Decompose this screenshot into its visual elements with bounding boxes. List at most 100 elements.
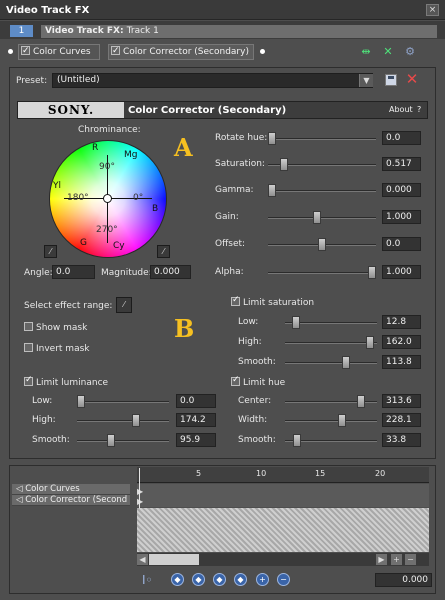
eyedropper-icon[interactable]: ⁄: [116, 297, 132, 313]
limit-luminance-smooth-slider[interactable]: [77, 440, 169, 442]
effect-title: Color Corrector (Secondary): [128, 105, 287, 116]
limit-saturation-high-slider[interactable]: [285, 342, 377, 344]
limit-saturation-checkbox[interactable]: Limit saturation: [231, 295, 314, 308]
preset-dropdown[interactable]: (Untitled): [52, 73, 373, 88]
limit-saturation-high-slider-thumb[interactable]: [366, 336, 375, 349]
sync-cursor-icon[interactable]: I◦: [142, 573, 153, 587]
rotate-hue-value[interactable]: 0.0: [382, 131, 421, 145]
invert-mask-box[interactable]: [24, 343, 33, 352]
alpha-slider[interactable]: [268, 272, 376, 274]
plug-in-chain-icon[interactable]: ⇹: [359, 46, 373, 58]
limit-hue-smooth-slider-thumb[interactable]: [292, 434, 301, 447]
limit-hue-center-slider-thumb[interactable]: [357, 395, 366, 408]
gain-slider-thumb[interactable]: [313, 211, 321, 224]
first-keyframe-icon[interactable]: ◆: [171, 573, 184, 586]
magnitude-label: Magnitude:: [101, 268, 152, 278]
delete-keyframe-icon[interactable]: −: [277, 573, 290, 586]
limit-saturation-smooth-value[interactable]: 113.8: [382, 355, 421, 369]
wheel-label-g: G: [80, 238, 87, 248]
chevron-down-icon[interactable]: ▼: [359, 74, 373, 87]
limit-hue-width-value[interactable]: 228.1: [382, 413, 421, 427]
eyedropper-icon[interactable]: ⁄: [157, 245, 170, 258]
limit-saturation-smooth-slider[interactable]: [285, 362, 377, 364]
limit-saturation-smooth-label: Smooth:: [238, 357, 276, 367]
gamma-slider-thumb[interactable]: [268, 184, 276, 197]
limit-saturation-high-value[interactable]: 162.0: [382, 335, 421, 349]
keyframe-list-item[interactable]: ◁ Color Corrector (Second: [12, 495, 130, 506]
offset-value[interactable]: 0.0: [382, 237, 421, 251]
next-keyframe-icon[interactable]: ◆: [213, 573, 226, 586]
limit-saturation-low-slider-thumb[interactable]: [291, 316, 300, 329]
timeline-ruler[interactable]: [137, 467, 429, 483]
gain-slider[interactable]: [268, 217, 376, 219]
magnitude-input[interactable]: 0.000: [150, 265, 191, 279]
limit-luminance-high-value[interactable]: 174.2: [176, 413, 216, 427]
track-number-badge[interactable]: 1: [10, 25, 33, 37]
save-preset-icon[interactable]: [385, 74, 397, 86]
show-mask-box[interactable]: [24, 322, 33, 331]
keyframe-marker-icon[interactable]: ▶: [137, 487, 143, 496]
last-keyframe-icon[interactable]: ◆: [234, 573, 247, 586]
checkbox-color-curves[interactable]: [21, 44, 30, 58]
about-link[interactable]: About: [389, 105, 413, 114]
show-mask-checkbox[interactable]: Show mask: [24, 322, 87, 333]
alpha-slider-thumb[interactable]: [368, 266, 376, 279]
saturation-value[interactable]: 0.517: [382, 157, 421, 171]
add-keyframe-icon[interactable]: +: [256, 573, 269, 586]
limit-luminance-low-slider[interactable]: [77, 401, 169, 403]
limit-hue-width-label: Width:: [238, 415, 268, 425]
limit-hue-width-slider-thumb[interactable]: [337, 414, 346, 427]
remove-plugin-icon[interactable]: ✕: [381, 46, 395, 58]
prev-keyframe-icon[interactable]: ◆: [192, 573, 205, 586]
zoom-in-button[interactable]: +: [391, 554, 402, 565]
invert-mask-checkbox[interactable]: Invert mask: [24, 343, 90, 354]
limit-luminance-high-slider[interactable]: [77, 420, 169, 422]
limit-hue-center-value[interactable]: 313.6: [382, 394, 421, 408]
limit-hue-width-slider[interactable]: [285, 420, 377, 422]
alpha-value[interactable]: 1.000: [382, 265, 421, 279]
scroll-thumb[interactable]: [149, 554, 199, 565]
limit-luminance-high-slider-thumb[interactable]: [132, 414, 141, 427]
limit-hue-smooth-value[interactable]: 33.8: [382, 433, 421, 447]
zoom-out-button[interactable]: −: [405, 554, 416, 565]
chain-item-label: Color Corrector (Secondary): [123, 47, 249, 57]
limit-saturation-box[interactable]: [231, 295, 240, 306]
gain-value[interactable]: 1.000: [382, 210, 421, 224]
gamma-value[interactable]: 0.000: [382, 183, 421, 197]
scroll-right-icon[interactable]: ▶: [376, 554, 387, 565]
limit-luminance-smooth-value[interactable]: 95.9: [176, 433, 216, 447]
limit-luminance-smooth-slider-thumb[interactable]: [107, 434, 116, 447]
limit-luminance-checkbox[interactable]: Limit luminance: [24, 375, 108, 388]
scroll-left-icon[interactable]: ◀: [137, 554, 148, 565]
limit-saturation-smooth-slider-thumb[interactable]: [342, 356, 351, 369]
alpha-label: Alpha:: [215, 267, 244, 277]
plugin-settings-icon[interactable]: ⚙: [403, 46, 417, 58]
time-input[interactable]: 0.000: [375, 573, 432, 587]
close-icon[interactable]: ×: [426, 4, 439, 16]
gamma-slider[interactable]: [268, 190, 376, 192]
rotate-hue-slider-thumb[interactable]: [268, 132, 276, 145]
keyframe-list-item[interactable]: ◁ Color Curves: [12, 484, 130, 495]
limit-hue-box[interactable]: [231, 375, 240, 386]
keyframe-track-area[interactable]: [137, 484, 429, 507]
limit-luminance-low-slider-thumb[interactable]: [77, 395, 85, 408]
delete-preset-icon[interactable]: ✕: [404, 71, 420, 87]
limit-hue-checkbox[interactable]: Limit hue: [231, 375, 285, 388]
limit-luminance-low-value[interactable]: 0.0: [176, 394, 216, 408]
saturation-slider-thumb[interactable]: [280, 158, 288, 171]
chain-item-color-curves[interactable]: Color Curves: [18, 44, 100, 60]
rotate-hue-slider[interactable]: [268, 138, 376, 140]
sony-logo: SONY.: [18, 102, 124, 118]
help-button[interactable]: ?: [417, 105, 421, 114]
chain-item-color-corrector[interactable]: Color Corrector (Secondary): [108, 44, 254, 60]
limit-luminance-box[interactable]: [24, 375, 33, 386]
timeline-cursor[interactable]: [139, 468, 140, 508]
eyedropper-icon[interactable]: ⁄: [44, 245, 57, 258]
limit-saturation-low-value[interactable]: 12.8: [382, 315, 421, 329]
angle-input[interactable]: 0.0: [52, 265, 95, 279]
limit-saturation-low-label: Low:: [238, 317, 259, 327]
keyframe-marker-icon[interactable]: ▶: [137, 497, 143, 506]
checkbox-color-corrector[interactable]: [111, 44, 120, 58]
wheel-center-handle[interactable]: [103, 194, 112, 203]
offset-slider-thumb[interactable]: [318, 238, 326, 251]
